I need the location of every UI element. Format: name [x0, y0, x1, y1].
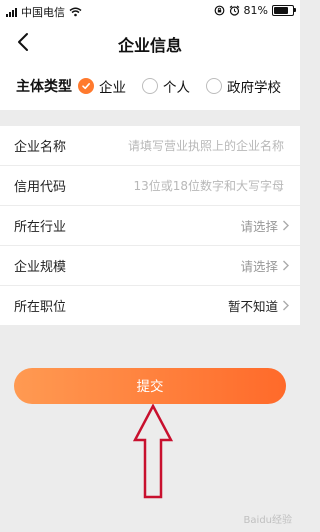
- nav-bar: 企业信息: [0, 22, 300, 62]
- option-individual[interactable]: 个人: [142, 76, 190, 96]
- company-info-form: 企业名称 请填写营业执照上的企业名称 信用代码 13位或18位数字和大写字母 所…: [0, 126, 300, 325]
- battery-percent: 81%: [243, 4, 268, 17]
- option-label: 政府学校: [227, 80, 281, 96]
- chevron-right-icon: [283, 220, 289, 231]
- signal-icon: [6, 7, 17, 17]
- battery-icon: [272, 5, 296, 16]
- field-label: 企业名称: [14, 140, 67, 155]
- alarm-icon: [229, 5, 239, 16]
- page-title: 企业信息: [117, 36, 182, 55]
- company-size-select[interactable]: 企业规模 请选择: [0, 246, 300, 286]
- position-select[interactable]: 所在职位 暂不知道: [0, 286, 300, 325]
- field-label: 所在行业: [14, 220, 67, 235]
- entity-type-label: 主体类型: [16, 79, 72, 95]
- radio-icon: [142, 78, 158, 94]
- industry-select[interactable]: 所在行业 请选择: [0, 206, 300, 246]
- option-label: 个人: [163, 80, 190, 96]
- company-name-field[interactable]: 企业名称 请填写营业执照上的企业名称: [0, 126, 300, 166]
- field-label: 企业规模: [14, 260, 67, 275]
- red-up-arrow-annotation: [133, 404, 173, 499]
- carrier-name: 中国电信: [21, 6, 65, 19]
- radio-icon: [206, 78, 222, 94]
- position-value: 暂不知道: [227, 299, 278, 314]
- credit-code-input[interactable]: 13位或18位数字和大写字母: [133, 177, 284, 194]
- entity-type-row: 主体类型 企业 个人 政府学校: [0, 62, 300, 110]
- credit-code-field[interactable]: 信用代码 13位或18位数字和大写字母: [0, 166, 300, 206]
- orientation-lock-icon: [214, 5, 224, 16]
- company-name-input[interactable]: 请填写营业执照上的企业名称: [128, 137, 284, 154]
- option-label: 企业: [99, 80, 126, 96]
- status-left: 中国电信: [6, 4, 82, 20]
- check-icon: [78, 78, 94, 94]
- field-label: 所在职位: [14, 300, 67, 315]
- option-enterprise[interactable]: 企业: [78, 76, 126, 96]
- company-size-value: 请选择: [240, 259, 278, 274]
- status-bar: 中国电信 81%: [0, 0, 300, 22]
- submit-button[interactable]: 提交: [14, 368, 286, 404]
- industry-value: 请选择: [240, 219, 278, 234]
- watermark: Baidu经验: [243, 515, 292, 526]
- wifi-icon: [69, 7, 82, 17]
- field-label: 信用代码: [14, 180, 67, 195]
- chevron-right-icon: [283, 260, 289, 271]
- option-government-school[interactable]: 政府学校: [206, 76, 281, 96]
- status-right: 81%: [214, 4, 296, 17]
- battery-fill: [274, 7, 289, 14]
- chevron-right-icon: [283, 300, 289, 311]
